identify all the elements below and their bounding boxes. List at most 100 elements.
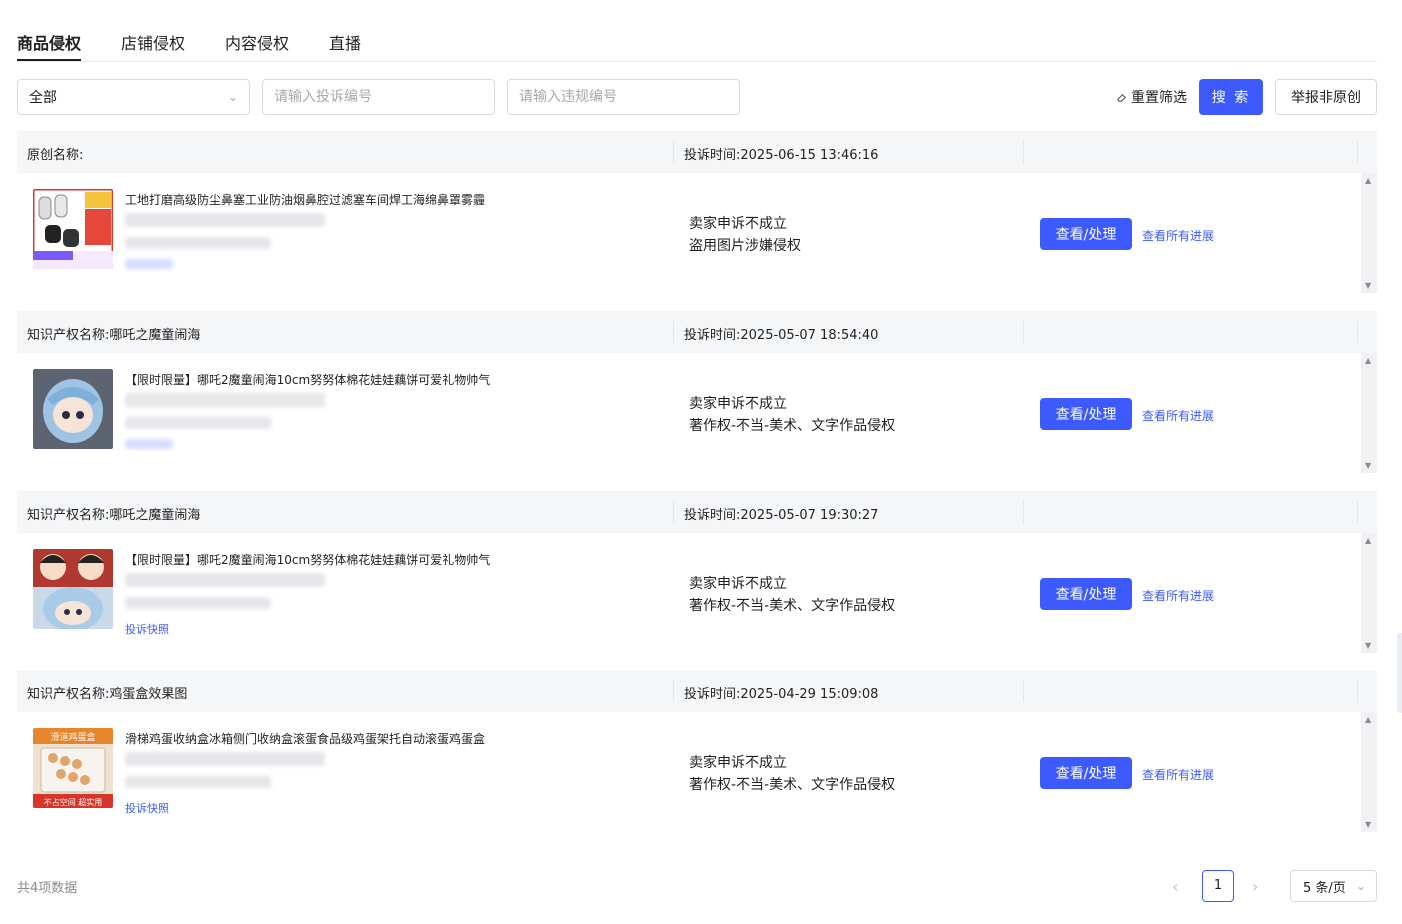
complaint-status: 卖家申诉不成立 盗用图片涉嫌侵权 — [689, 213, 801, 257]
view-all-progress-link[interactable]: 查看所有进展 — [1142, 227, 1214, 244]
view-all-progress-link[interactable]: 查看所有进展 — [1142, 587, 1214, 604]
complaint-snapshot-link[interactable]: 投诉快照 — [125, 621, 169, 637]
tab-live[interactable]: 直播 — [329, 30, 361, 54]
view-handle-button[interactable]: 查看/处理 — [1040, 578, 1132, 610]
record-time: 投诉时间:2025-05-07 19:30:27 — [684, 508, 879, 523]
complaint-snapshot-link[interactable]: 投诉快照 — [125, 800, 169, 816]
record-body: 工地打磨高级防尘鼻塞工业防油烟鼻腔过滤塞车间焊工海绵鼻罩雾霾 卖家申诉不成立 盗… — [17, 173, 1377, 293]
divider — [673, 501, 674, 523]
divider — [673, 141, 674, 163]
complaint-number-input[interactable] — [274, 89, 483, 105]
view-all-progress-link[interactable]: 查看所有进展 — [1142, 766, 1214, 783]
divider — [1023, 680, 1024, 702]
scrollbar[interactable]: ▲ ▼ — [1361, 712, 1377, 832]
image-caption-top: 滑道鸡蛋盒 — [50, 731, 95, 743]
redacted-text — [125, 597, 271, 609]
tab-content-infringement[interactable]: 内容侵权 — [225, 30, 289, 54]
product-image[interactable] — [33, 369, 113, 449]
tab-product-infringement[interactable]: 商品侵权 — [17, 30, 81, 54]
divider — [1357, 501, 1358, 523]
chevron-down-icon: ⌄ — [227, 90, 238, 104]
record-body: 【限时限量】哪吒2魔童闹海10cm努努体棉花娃娃藕饼可爱礼物帅气 投诉快照 卖家… — [17, 533, 1377, 653]
side-drawer-handle[interactable] — [1397, 633, 1402, 713]
redacted-text — [125, 776, 271, 788]
record-header: 知识产权名称:哪吒之魔童闹海 投诉时间:2025-05-07 19:30:27 — [17, 491, 1377, 533]
view-handle-button[interactable]: 查看/处理 — [1040, 757, 1132, 789]
record-time: 投诉时间:2025-06-15 13:46:16 — [684, 148, 879, 163]
complaint-record: 原创名称: 投诉时间:2025-06-15 13:46:16 工地打磨高级防尘鼻… — [17, 131, 1377, 293]
redacted-text — [125, 573, 325, 587]
reset-filter-label: 重置筛选 — [1131, 90, 1187, 106]
product-title[interactable]: 【限时限量】哪吒2魔童闹海10cm努努体棉花娃娃藕饼可爱礼物帅气 — [125, 371, 490, 388]
divider — [1357, 680, 1358, 702]
tab-bar: 商品侵权 店铺侵权 内容侵权 直播 — [17, 0, 1377, 62]
scroll-down-icon[interactable]: ▼ — [1365, 281, 1371, 290]
product-title[interactable]: 滑梯鸡蛋收纳盒冰箱侧门收纳盒滚蛋食品级鸡蛋架托自动滚蛋鸡蛋盒 — [125, 730, 485, 747]
record-title: 知识产权名称:鸡蛋盒效果图 — [27, 687, 188, 702]
product-image[interactable] — [33, 549, 113, 629]
record-body: 【限时限量】哪吒2魔童闹海10cm努努体棉花娃娃藕饼可爱礼物帅气 卖家申诉不成立… — [17, 353, 1377, 473]
record-body: 滑道鸡蛋盒 不占空间 超实用 滑梯鸡蛋收纳盒冰箱侧门收纳盒滚蛋食品级鸡蛋架托自动… — [17, 712, 1377, 832]
view-handle-button[interactable]: 查看/处理 — [1040, 218, 1132, 250]
scrollbar[interactable]: ▲ ▼ — [1361, 533, 1377, 653]
scroll-up-icon[interactable]: ▲ — [1365, 356, 1371, 365]
divider — [1023, 321, 1024, 343]
status-select-value: 全部 — [29, 90, 57, 106]
complaint-status: 卖家申诉不成立 著作权-不当-美术、文字作品侵权 — [689, 752, 895, 796]
search-button[interactable]: 搜 索 — [1199, 79, 1263, 115]
record-header: 知识产权名称:鸡蛋盒效果图 投诉时间:2025-04-29 15:09:08 — [17, 670, 1377, 712]
status-reason: 著作权-不当-美术、文字作品侵权 — [689, 598, 896, 614]
total-count: 共4项数据 — [17, 881, 78, 896]
divider — [673, 680, 674, 702]
complaint-record: 知识产权名称:鸡蛋盒效果图 投诉时间:2025-04-29 15:09:08 滑… — [17, 670, 1377, 832]
chevron-down-icon: ⌄ — [1355, 879, 1366, 893]
scroll-up-icon[interactable]: ▲ — [1365, 176, 1371, 185]
reset-filter-button[interactable]: 重置筛选 — [1116, 87, 1187, 107]
status-reason: 盗用图片涉嫌侵权 — [689, 238, 801, 254]
record-header: 知识产权名称:哪吒之魔童闹海 投诉时间:2025-05-07 18:54:40 — [17, 311, 1377, 353]
page-number-current[interactable]: 1 — [1202, 870, 1234, 902]
page-size-value: 5 条/页 — [1303, 880, 1346, 896]
status-select[interactable]: 全部 ⌄ — [17, 79, 250, 115]
redacted-text — [125, 213, 325, 227]
product-image[interactable]: 滑道鸡蛋盒 不占空间 超实用 — [33, 728, 113, 808]
page-size-select[interactable]: 5 条/页 ⌄ — [1290, 870, 1377, 902]
violation-number-input[interactable] — [519, 89, 728, 105]
status-reason: 著作权-不当-美术、文字作品侵权 — [689, 418, 896, 434]
record-title: 知识产权名称:哪吒之魔童闹海 — [27, 328, 201, 343]
active-tab-indicator — [17, 59, 81, 61]
report-non-original-button[interactable]: 举报非原创 — [1275, 79, 1377, 115]
scrollbar[interactable]: ▲ ▼ — [1361, 173, 1377, 293]
redacted-text — [125, 752, 325, 766]
tab-shop-infringement[interactable]: 店铺侵权 — [121, 30, 185, 54]
view-handle-button[interactable]: 查看/处理 — [1040, 398, 1132, 430]
violation-number-field[interactable] — [507, 79, 740, 115]
complaint-record: 知识产权名称:哪吒之魔童闹海 投诉时间:2025-05-07 19:30:27 … — [17, 491, 1377, 653]
divider — [1357, 321, 1358, 343]
scroll-down-icon[interactable]: ▼ — [1365, 820, 1371, 829]
status-result: 卖家申诉不成立 — [689, 216, 787, 232]
chevron-left-icon[interactable]: ‹ — [1172, 877, 1178, 896]
status-reason: 著作权-不当-美术、文字作品侵权 — [689, 777, 896, 793]
divider — [1023, 501, 1024, 523]
product-title[interactable]: 工地打磨高级防尘鼻塞工业防油烟鼻腔过滤塞车间焊工海绵鼻罩雾霾 — [125, 191, 485, 208]
scroll-up-icon[interactable]: ▲ — [1365, 536, 1371, 545]
scroll-up-icon[interactable]: ▲ — [1365, 715, 1371, 724]
product-title[interactable]: 【限时限量】哪吒2魔童闹海10cm努努体棉花娃娃藕饼可爱礼物帅气 — [125, 551, 490, 568]
scrollbar[interactable]: ▲ ▼ — [1361, 353, 1377, 473]
scroll-down-icon[interactable]: ▼ — [1365, 461, 1371, 470]
complaint-number-field[interactable] — [262, 79, 495, 115]
divider — [673, 321, 674, 343]
redacted-text — [125, 393, 325, 407]
complaint-status: 卖家申诉不成立 著作权-不当-美术、文字作品侵权 — [689, 393, 895, 437]
product-image[interactable] — [33, 189, 113, 269]
scroll-down-icon[interactable]: ▼ — [1365, 641, 1371, 650]
record-time: 投诉时间:2025-05-07 18:54:40 — [684, 328, 879, 343]
record-title: 知识产权名称:哪吒之魔童闹海 — [27, 508, 201, 523]
divider — [1357, 141, 1358, 163]
record-title: 原创名称: — [27, 148, 84, 163]
chevron-right-icon[interactable]: › — [1252, 877, 1258, 896]
status-result: 卖家申诉不成立 — [689, 396, 787, 412]
view-all-progress-link[interactable]: 查看所有进展 — [1142, 407, 1214, 424]
redacted-text — [125, 417, 271, 429]
